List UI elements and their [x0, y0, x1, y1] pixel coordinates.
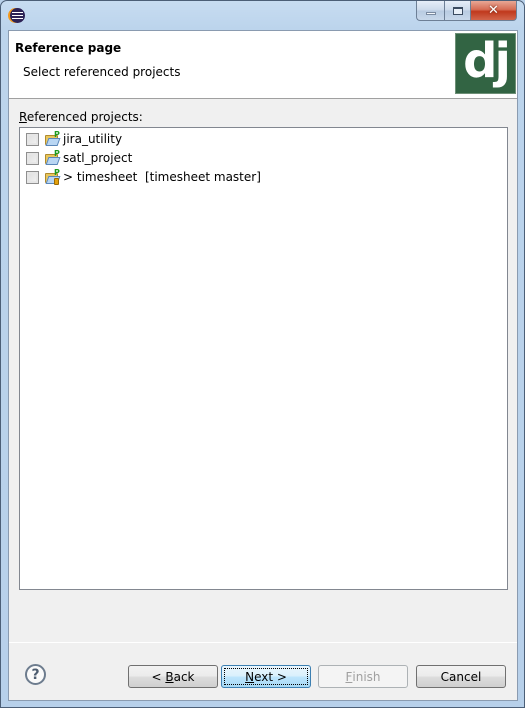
project-folder-icon: P — [45, 149, 62, 166]
django-logo: dj — [455, 33, 516, 94]
project-item-jira-utility[interactable]: P jira_utility — [26, 130, 122, 148]
label-text: eferenced projects: — [26, 110, 143, 124]
minimize-button[interactable] — [416, 1, 444, 21]
referenced-projects-label: Referenced projects: — [19, 110, 143, 124]
title-bar[interactable]: ✕ — [1, 1, 524, 30]
help-icon: ? — [31, 666, 40, 683]
eclipse-app-icon — [10, 8, 25, 23]
dialog-window: ✕ Reference page Select referenced proje… — [0, 0, 525, 708]
git-project-folder-icon: P — [45, 168, 62, 185]
next-mnemonic: N — [245, 669, 255, 684]
help-button[interactable]: ? — [25, 664, 46, 685]
finish-button[interactable]: Finish — [318, 665, 408, 688]
project-name: > timesheet [timesheet master] — [63, 170, 261, 184]
project-item-timesheet[interactable]: P > timesheet [timesheet master] — [26, 168, 261, 186]
page-title: Reference page — [15, 41, 122, 55]
finish-label: inish — [352, 669, 381, 684]
close-icon: ✕ — [488, 3, 499, 18]
footer-separator — [9, 642, 517, 643]
project-checkbox[interactable] — [26, 151, 39, 165]
minimize-icon — [425, 12, 436, 15]
maximize-icon — [452, 6, 463, 15]
back-prefix: < — [151, 669, 166, 684]
cancel-label: Cancel — [440, 669, 482, 684]
close-button[interactable]: ✕ — [471, 1, 517, 21]
referenced-projects-list[interactable]: P jira_utility P satl_project P > timesh… — [19, 127, 508, 590]
back-label: ack — [173, 669, 195, 684]
project-checkbox[interactable] — [26, 132, 39, 146]
window-controls: ✕ — [416, 1, 517, 21]
finish-mnemonic: F — [345, 669, 353, 684]
next-button[interactable]: Next > — [221, 665, 311, 688]
cancel-button[interactable]: Cancel — [416, 665, 506, 688]
wizard-banner: Reference page Select referenced project… — [9, 31, 517, 99]
project-name: jira_utility — [63, 132, 123, 146]
title-bar-background-blur — [86, 5, 286, 29]
label-mnemonic: R — [19, 110, 27, 124]
page-description: Select referenced projects — [23, 65, 181, 79]
back-mnemonic: B — [165, 669, 174, 684]
project-folder-icon: P — [45, 130, 62, 147]
back-button[interactable]: < Back — [128, 665, 218, 688]
dialog-content: Reference page Select referenced project… — [8, 30, 518, 701]
project-name: satl_project — [63, 151, 133, 165]
next-label: ext > — [254, 669, 287, 684]
project-checkbox[interactable] — [26, 170, 39, 184]
project-item-satl-project[interactable]: P satl_project — [26, 149, 132, 167]
maximize-button[interactable] — [444, 1, 471, 21]
